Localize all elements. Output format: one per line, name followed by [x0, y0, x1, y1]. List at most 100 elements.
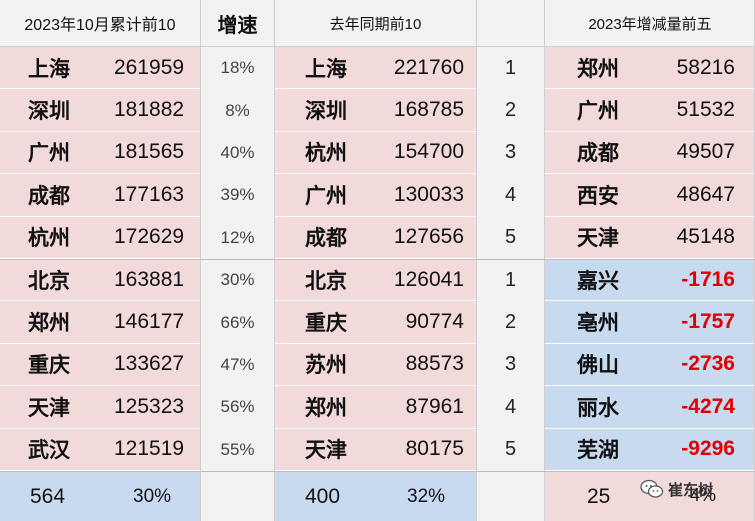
city-name: 丽水: [577, 396, 619, 420]
divider: [274, 0, 275, 521]
city-value: 88573: [405, 352, 464, 376]
watermark: 崔东树: [640, 476, 752, 502]
city-value: 172629: [114, 225, 185, 249]
table-row: 苏州 88573: [275, 343, 476, 387]
footer-2023-pct: 30%: [133, 485, 172, 507]
table-row: 嘉兴 -1716: [545, 259, 755, 302]
footer-2023-count: 564: [30, 484, 66, 508]
table-row: 丽水 -4274: [545, 386, 755, 429]
change-value: 51532: [676, 98, 735, 122]
city-name: 重庆: [28, 354, 70, 378]
city-name: 佛山: [577, 354, 619, 378]
city-name: 杭州: [305, 142, 347, 166]
rank-cell: 2: [504, 99, 517, 122]
footer-2022-pct: 32%: [407, 485, 446, 507]
header-last-year-top10: 去年同期前10: [275, 0, 476, 47]
table-row: 佛山 -2736: [545, 343, 755, 387]
rank-cell: 4: [504, 395, 517, 418]
city-name: 西安: [577, 184, 619, 208]
table-row: 天津 125323: [0, 386, 200, 429]
city-name: 成都: [28, 184, 70, 208]
table-row: 武汉 121519: [0, 428, 200, 471]
city-name: 成都: [577, 142, 619, 166]
growth-cell: 56%: [220, 397, 255, 417]
table-row: 广州 181565: [0, 131, 200, 175]
city-value: 177163: [114, 182, 185, 206]
table-row: 成都 49507: [545, 131, 755, 175]
city-name: 广州: [577, 100, 619, 124]
rank-cell: 3: [504, 141, 517, 164]
table-row: 重庆 133627: [0, 343, 200, 387]
city-name: 天津: [577, 227, 619, 251]
footer-divider: [0, 471, 755, 472]
growth-cell: 39%: [220, 185, 255, 205]
growth-cell: 30%: [220, 270, 255, 290]
city-name: 杭州: [28, 227, 70, 251]
city-value: 127656: [393, 225, 464, 249]
data-table: 2023年10月累计前10 增速 去年同期前10 2023年增减量前五 上海 2 6…: [0, 0, 755, 521]
city-name: 上海: [28, 57, 70, 81]
city-name: 郑州: [28, 312, 70, 336]
header-last-year-top10-label: 去年同期前10: [329, 15, 422, 33]
city-value: 154700: [393, 140, 464, 164]
city-value: 87961: [405, 394, 464, 418]
city-name: 广州: [305, 184, 347, 208]
growth-cell: 18%: [220, 58, 255, 78]
table-row: 北京 163881: [0, 259, 200, 302]
city-value: 121519: [114, 437, 185, 461]
rank-cell: 1: [504, 268, 517, 291]
footer-change-count: 25: [587, 484, 611, 508]
table-row: 天津 45148: [545, 216, 755, 259]
table-row: 亳州 -1757: [545, 301, 755, 344]
header-change-top5: 2023年增减量前五: [545, 0, 755, 47]
city-value: 181565: [114, 140, 185, 164]
header-change-top5-label: 2023年增减量前五: [588, 15, 712, 33]
change-value: 49507: [676, 140, 735, 164]
growth-cell: 66%: [220, 312, 255, 332]
change-value: -1757: [681, 310, 735, 334]
table-row: 天津 80175: [275, 428, 476, 471]
change-value: -1716: [681, 267, 735, 291]
table-row: 北京 126041: [275, 259, 476, 302]
city-value: 163881: [114, 267, 185, 291]
city-name: 北京: [305, 269, 347, 293]
rank-cell: 1: [504, 56, 517, 79]
table-row: 郑州 146177: [0, 301, 200, 344]
table-row: 上海 221760: [275, 47, 476, 90]
city-name: 重庆: [305, 312, 347, 336]
footer-2022-count: 400: [305, 484, 341, 508]
header-2023-top10-label: 2023年10月累计前10: [24, 17, 176, 34]
city-value: 168785: [393, 98, 464, 122]
city-value: 133627: [114, 352, 185, 376]
growth-cell: 12%: [220, 227, 255, 247]
city-name: 芜湖: [577, 439, 619, 463]
city-name: 武汉: [28, 439, 70, 463]
change-value: 58216: [676, 55, 735, 79]
city-value: 90774: [405, 310, 464, 334]
change-value: -4274: [681, 394, 735, 418]
city-name: 北京: [28, 269, 70, 293]
table-row: 广州 130033: [275, 174, 476, 217]
growth-cell: 47%: [220, 354, 255, 374]
header-2023-top10: 2023年10月累计前10: [0, 0, 200, 47]
city-name: 天津: [28, 396, 70, 420]
header-growth-label: 增速: [217, 14, 258, 37]
growth-cell: 55%: [220, 439, 255, 459]
city-name: 郑州: [577, 57, 619, 81]
change-value: 45148: [676, 225, 735, 249]
city-name: 上海: [305, 57, 347, 81]
change-value: -9296: [681, 437, 735, 461]
table-row: 成都 177163: [0, 174, 200, 217]
table-row: 深圳 181882: [0, 89, 200, 132]
header-rank: [477, 0, 544, 47]
footer-2022: 400 32%: [275, 472, 476, 521]
rank-cell: 4: [504, 183, 517, 206]
table-row: 芜湖 -9296: [545, 428, 755, 471]
change-value: -2736: [681, 352, 735, 376]
table-row: 成都 127656: [275, 216, 476, 259]
table-row: 广州 51532: [545, 89, 755, 132]
city-value: 146177: [114, 310, 185, 334]
table-row: 杭州 154700: [275, 131, 476, 175]
table-row: 郑州 87961: [275, 386, 476, 429]
wechat-icon: [640, 479, 664, 498]
